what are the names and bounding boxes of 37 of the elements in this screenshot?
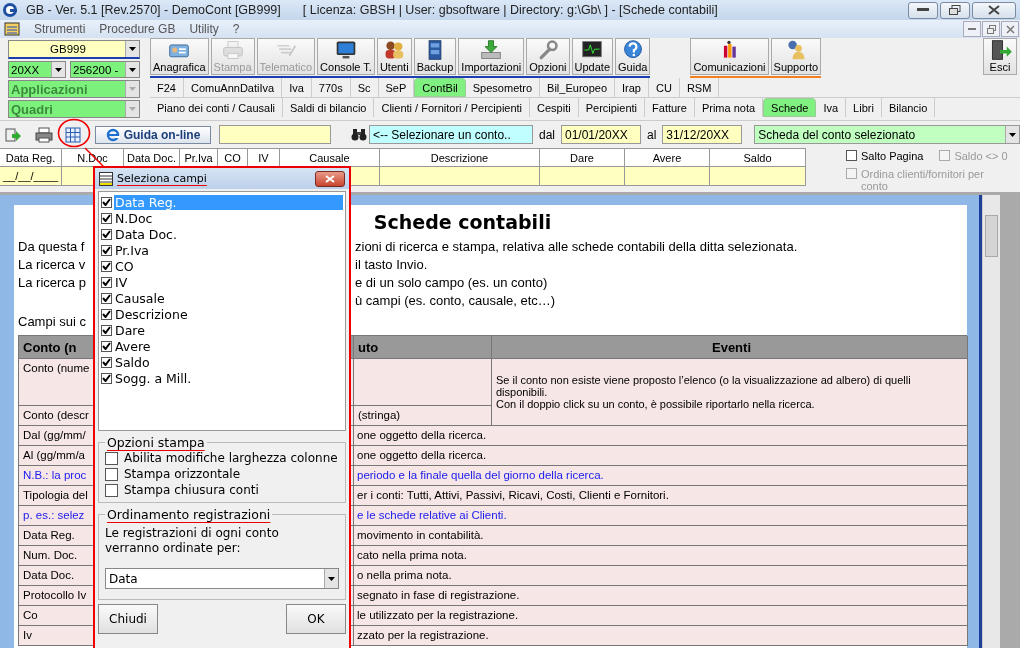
window-info: [ Licenza: GBSH | User: gbsoftware | Directory: g:\Gb\ ] - [Schede contabili] (302, 3, 718, 17)
window-title: GB - Ver. 5.1 [Rev.2570] - DemoCont [GB999] (26, 3, 281, 17)
column-header: Dare (540, 148, 625, 167)
table-cell: segnato in fase di registrazione. (354, 586, 968, 606)
intro-text: La ricerca v (18, 256, 86, 272)
intro-text: il tasto Invio. (355, 256, 428, 272)
table-header: Eventi (492, 336, 968, 359)
column-header: Saldo (710, 148, 806, 167)
intro-text: zioni di ricerca e stampa, relativa alle schede contabili della ditta selezionata. (355, 238, 798, 254)
table-cell: er i conti: Tutti, Attivi, Passivi, Ricavi, Costi, Clienti e Fornitori. (354, 486, 968, 506)
table-cell: cato nella prima nota. (354, 546, 968, 566)
fields-intro-text: Campi sui c (18, 313, 86, 329)
table-cell: le utilizzato per la registrazione. (354, 606, 968, 626)
table-cell: (stringa) (354, 406, 492, 426)
table-cell: e le schede relative ai Clienti. (354, 506, 968, 526)
table-cell: periodo e la finale quella del giorno della ricerca. (354, 466, 968, 486)
intro-text: La ricerca p (18, 274, 86, 290)
group-title: Ordinamento registrazioni (106, 507, 272, 522)
events-text: Con il doppio click su un conto, è possibile riportarlo nella ricerca. (496, 398, 816, 410)
table-cell: movimento in contabilità. (354, 526, 968, 546)
dialog-title: Seleziona campi (117, 172, 207, 185)
to-label: al (647, 127, 657, 142)
table-cell: one oggetto della ricerca. (354, 446, 968, 466)
intro-text: Da questa f (18, 238, 85, 254)
table-header: uto (354, 336, 492, 359)
table-cell: o nella prima nota. (354, 566, 968, 586)
from-label: dal (539, 127, 555, 142)
column-header: Causale (280, 148, 380, 167)
events-text: Se il conto non esiste viene proposto l’elenco (o la visualizzazione ad albero) di quelli disponibili. (496, 374, 912, 398)
column-header: Descrizione (380, 148, 540, 167)
column-header: Data Reg. (0, 148, 62, 167)
document-title: Schede contabili (373, 211, 552, 235)
table-cell: one oggetto della ricerca. (354, 426, 968, 446)
intro-text: ù campi (es. conto, causale, etc…) (355, 292, 556, 308)
column-header: Avere (625, 148, 710, 167)
intro-text: e di un solo campo (es. un conto) (355, 274, 548, 290)
table-cell: zzato per la registrazione. (354, 626, 968, 646)
